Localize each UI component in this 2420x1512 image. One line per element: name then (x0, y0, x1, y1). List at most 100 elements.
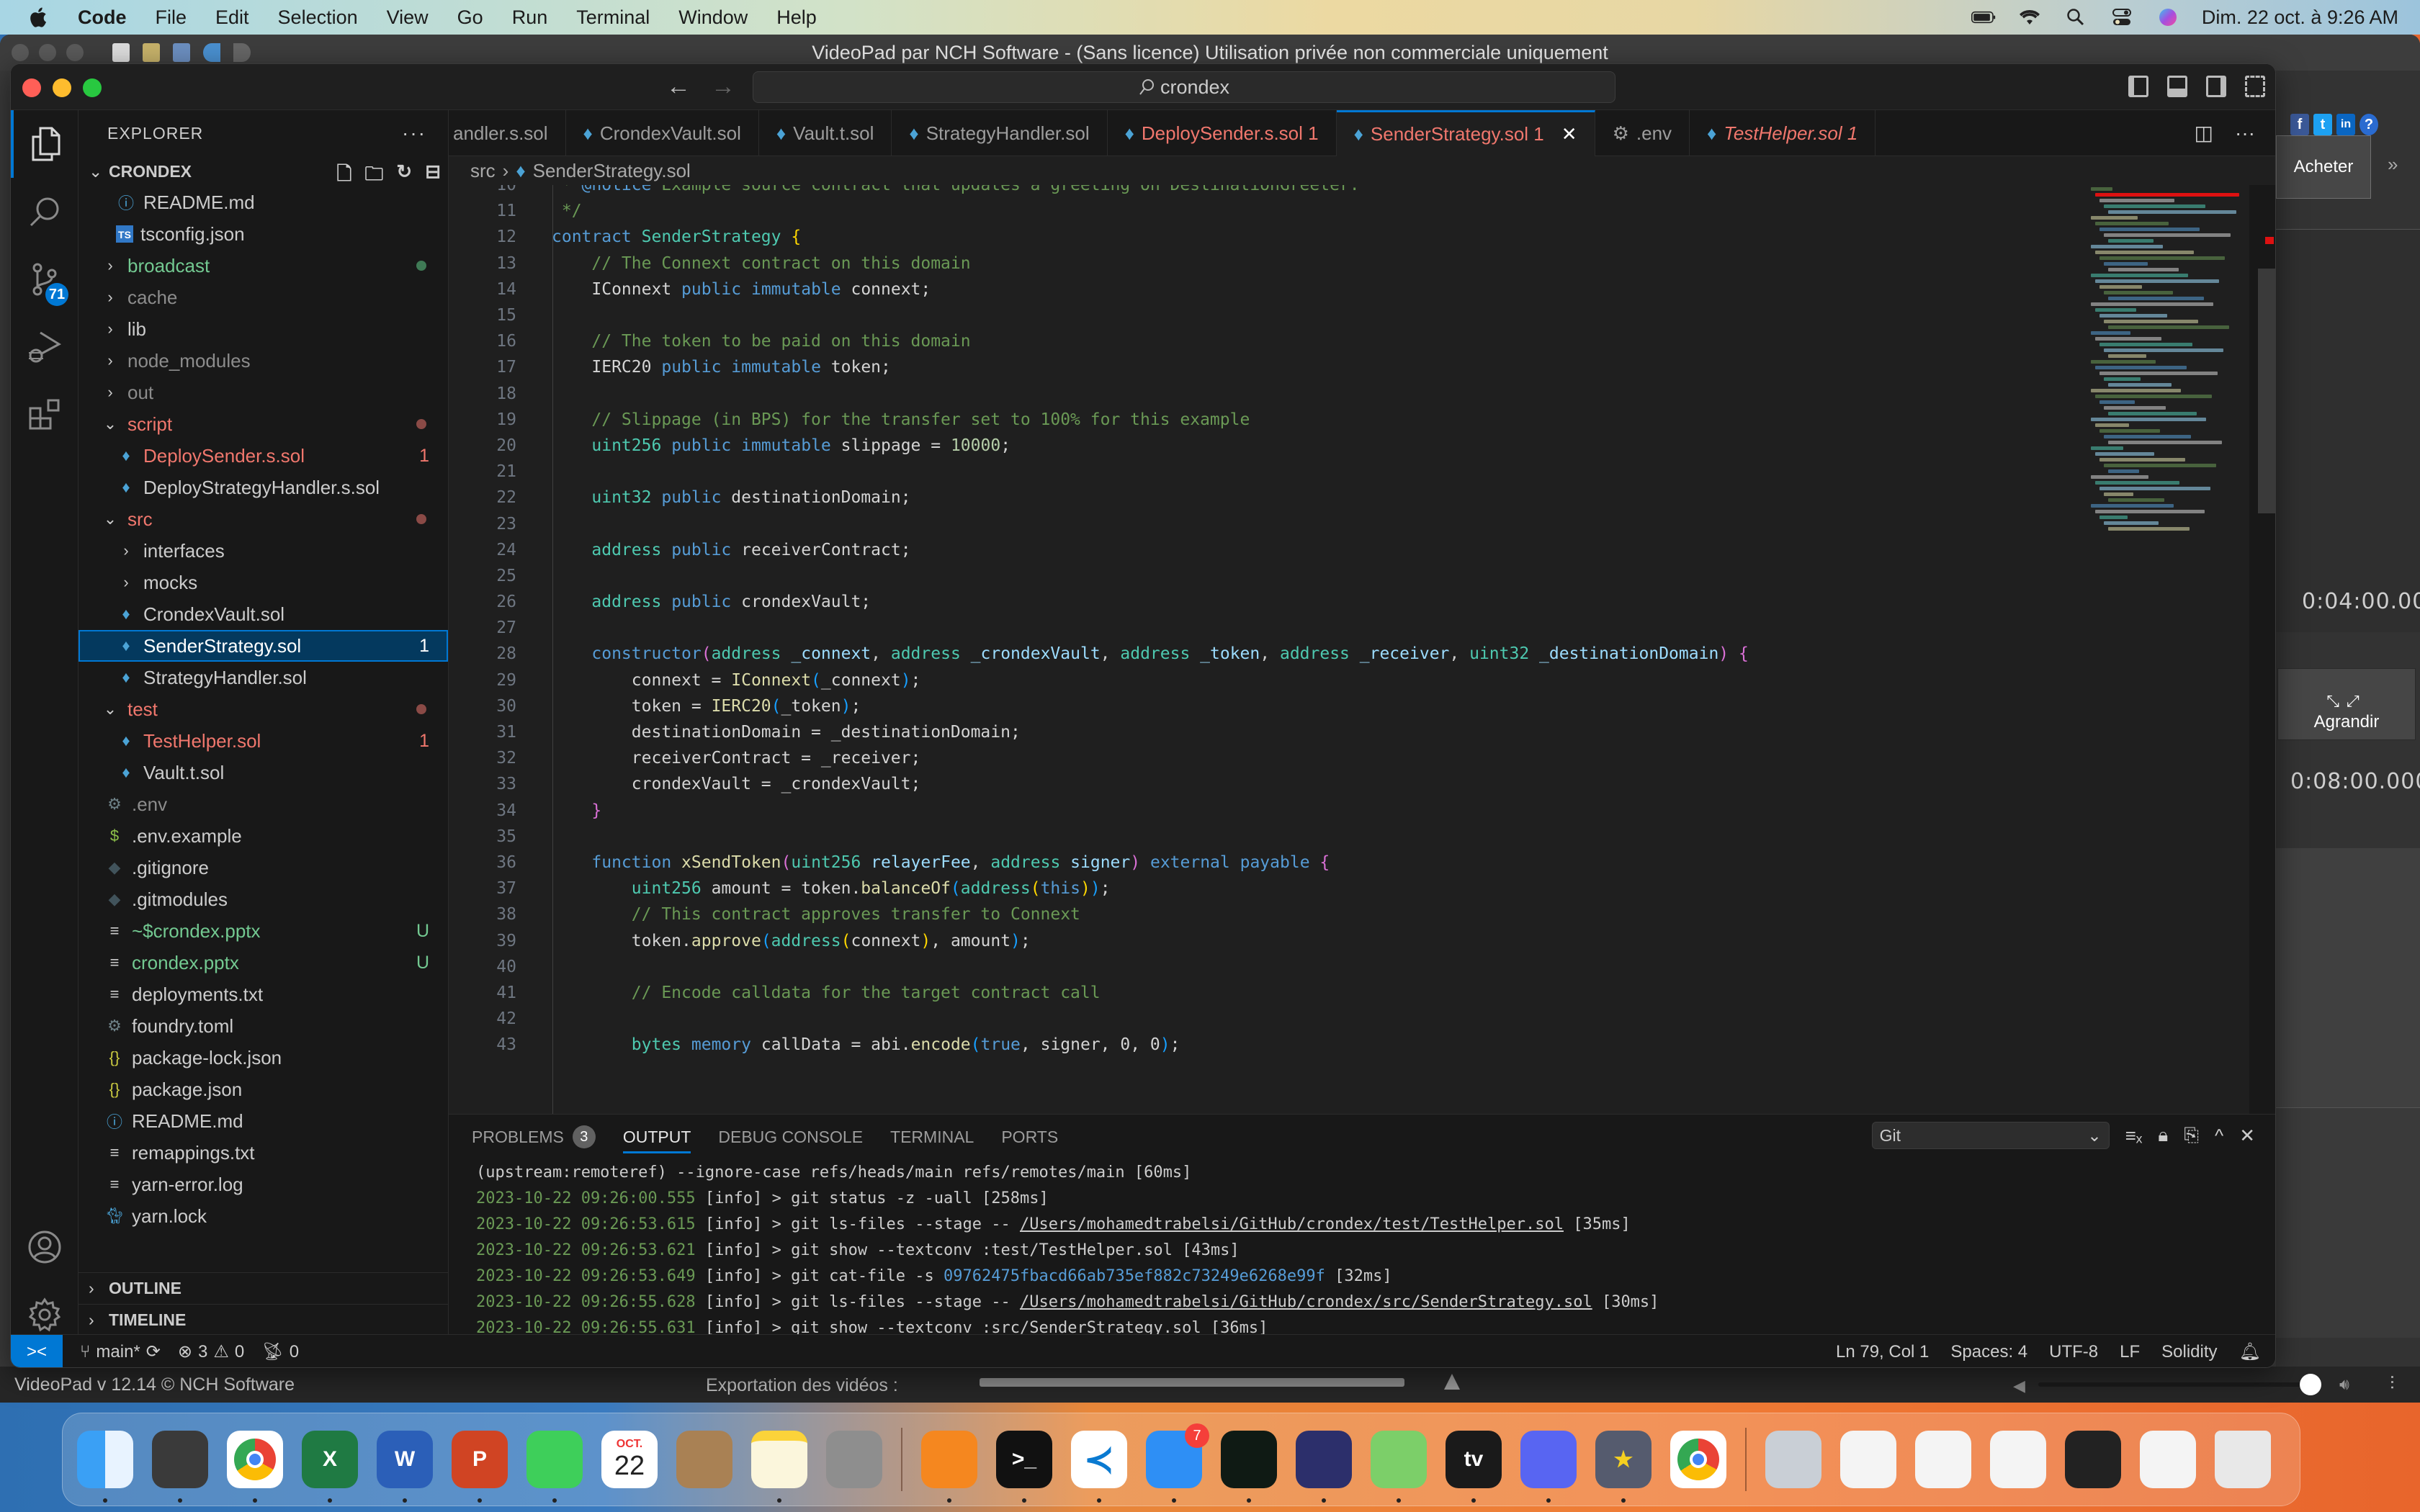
extensions-activity[interactable] (11, 381, 79, 449)
dock-app-recent-excel[interactable] (1840, 1431, 1896, 1488)
indentation[interactable]: Spaces: 4 (1950, 1342, 2027, 1362)
editor-tab[interactable]: ♦ Vault.t.sol (759, 110, 892, 156)
notifications-bell-icon[interactable]: 🔔︎ (2239, 1341, 2261, 1362)
tree-item[interactable]: ♦ DeploySender.s.sol 1 (79, 440, 448, 472)
end-of-line[interactable]: LF (2120, 1342, 2140, 1362)
panel-tab-problems[interactable]: PROBLEMS 3 (472, 1115, 596, 1159)
dock-app-shortcuts[interactable] (1296, 1431, 1352, 1503)
menu-terminal[interactable]: Terminal (576, 6, 650, 29)
tree-item[interactable]: ♦ SenderStrategy.sol 1 (79, 630, 448, 662)
outline-section[interactable]: › OUTLINE (79, 1272, 448, 1304)
sync-icon[interactable]: ⟳ (146, 1341, 161, 1362)
command-center-search[interactable]: crondex (753, 71, 1615, 103)
remote-indicator-icon[interactable]: >< (11, 1334, 63, 1367)
dock-app-downloads-stack[interactable] (1765, 1431, 1821, 1488)
tree-item[interactable]: ◆ .gitignore (79, 852, 448, 883)
dock-app-books[interactable] (921, 1431, 977, 1503)
branch-indicator[interactable]: ⑂ main* ⟳ (80, 1341, 161, 1362)
maximize-panel-icon[interactable]: ^ (2215, 1125, 2223, 1147)
more-toolbar-chevron-icon[interactable]: » (2388, 153, 2398, 176)
audio-mixer-icon[interactable]: ⫶ (2390, 1372, 2395, 1395)
menu-edit[interactable]: Edit (215, 6, 249, 29)
tree-item[interactable]: › broadcast (79, 250, 448, 282)
tree-item[interactable]: › interfaces (79, 535, 448, 567)
volume-slider-knob[interactable] (2300, 1374, 2322, 1395)
dock-app-maps[interactable] (1371, 1431, 1427, 1503)
dock-app-mail[interactable]: 7 (1146, 1423, 1209, 1503)
editor-scrollbar[interactable] (2258, 269, 2275, 513)
dock-app-trash[interactable] (2215, 1431, 2271, 1488)
cursor-position[interactable]: Ln 79, Col 1 (1836, 1342, 1929, 1362)
dock-app-activity-monitor[interactable] (1221, 1431, 1277, 1503)
dock-app-calculator[interactable] (152, 1431, 208, 1503)
tree-item[interactable]: › cache (79, 282, 448, 313)
tree-item[interactable]: ≡ ~$crondex.pptx U (79, 915, 448, 947)
minimap[interactable] (2084, 185, 2249, 1114)
panel-tab-output[interactable]: OUTPUT (622, 1115, 691, 1159)
tree-item[interactable]: › lib (79, 313, 448, 345)
close-tab-icon[interactable]: ✕ (1561, 123, 1577, 145)
minimize-window-button[interactable] (53, 78, 71, 97)
file-path-link[interactable]: /Users/mohamedtrabelsi/GitHub/crondex/te… (1020, 1215, 1564, 1233)
maximize-window-button[interactable] (83, 78, 102, 97)
control-center-icon[interactable] (2110, 7, 2134, 27)
dock-app-recent-mail[interactable] (1990, 1431, 2046, 1488)
help-icon[interactable]: ? (2360, 114, 2378, 135)
customize-layout-icon[interactable] (2245, 76, 2265, 97)
panel-tab-debug-console[interactable]: DEBUG CONSOLE (718, 1115, 863, 1159)
dock-app-notes[interactable] (751, 1431, 807, 1503)
breadcrumb-folder[interactable]: src (470, 160, 496, 182)
clear-output-icon[interactable]: ≡ₓ (2125, 1125, 2143, 1147)
menu-help[interactable]: Help (776, 6, 817, 29)
tree-item[interactable]: {} package.json (79, 1074, 448, 1105)
ports-indicator[interactable]: 📡︎ 0 (261, 1341, 299, 1362)
panel-tab-ports[interactable]: PORTS (1001, 1115, 1058, 1159)
battery-icon[interactable] (1971, 7, 1996, 27)
dock-app-terminal[interactable]: >_ (996, 1431, 1052, 1503)
apple-logo-icon[interactable] (27, 6, 48, 29)
tree-item[interactable]: ⌄ test (79, 693, 448, 725)
menu-view[interactable]: View (387, 6, 429, 29)
dock-app-vscode[interactable]: ≺ (1071, 1431, 1127, 1503)
source-control-activity[interactable]: 71 (11, 246, 79, 313)
tree-item[interactable]: ≡ deployments.txt (79, 978, 448, 1010)
dock-app-apple-tv[interactable]: tv (1446, 1431, 1502, 1503)
editor-tab[interactable]: andler.s.sol (449, 110, 566, 156)
explorer-more-actions-icon[interactable]: ··· (402, 122, 426, 145)
forward-arrow-icon[interactable]: → (711, 73, 735, 101)
split-editor-icon[interactable]: ◫ (2195, 121, 2213, 145)
tree-item[interactable]: › out (79, 377, 448, 408)
tree-item[interactable]: ≡ yarn-error.log (79, 1169, 448, 1200)
menu-go[interactable]: Go (457, 6, 483, 29)
siri-icon[interactable] (2156, 7, 2180, 27)
lock-scroll-icon[interactable]: 🔒︎ (2158, 1124, 2168, 1147)
editor-tab[interactable]: ♦ DeploySender.s.sol 1 (1108, 110, 1337, 156)
dock-app-discord[interactable] (1520, 1431, 1577, 1503)
back-arrow-icon[interactable]: ← (666, 73, 691, 101)
toggle-panel-icon[interactable] (2167, 76, 2187, 97)
tree-item[interactable]: ⌄ script (79, 408, 448, 440)
open-output-editor-icon[interactable]: ⎘ (2184, 1124, 2199, 1147)
run-debug-activity[interactable] (11, 313, 79, 381)
tree-item[interactable]: {} package-lock.json (79, 1042, 448, 1074)
panel-tab-terminal[interactable]: TERMINAL (890, 1115, 974, 1159)
dock-app-finder[interactable] (77, 1431, 133, 1503)
tree-item[interactable]: ⚙ foundry.toml (79, 1010, 448, 1042)
close-panel-icon[interactable]: ✕ (2239, 1125, 2255, 1147)
enlarge-button[interactable]: ⤡⤢ Agrandir (2277, 668, 2416, 740)
volume-slider[interactable] (2038, 1382, 2319, 1387)
editor-tab[interactable]: ⚙ .env (1595, 110, 1690, 156)
dock-app-calendar[interactable]: OCT. 22 (601, 1431, 658, 1488)
dock-app-messages[interactable] (526, 1431, 583, 1503)
menu-window[interactable]: Window (678, 6, 748, 29)
file-path-link[interactable]: /Users/mohamedtrabelsi/GitHub/crondex/sr… (1020, 1293, 1592, 1311)
menu-app-name[interactable]: Code (78, 6, 127, 29)
dock-app-excel[interactable]: X (302, 1431, 358, 1503)
dock-app-recent-word[interactable] (2140, 1431, 2196, 1488)
tree-item[interactable]: › mocks (79, 567, 448, 598)
tree-item[interactable]: ⓘ README.md (79, 1105, 448, 1137)
dock-app-word[interactable]: W (377, 1431, 433, 1503)
tree-item[interactable]: › node_modules (79, 345, 448, 377)
more-actions-icon[interactable]: ··· (2235, 122, 2255, 145)
dock-app-recent-document[interactable] (2065, 1431, 2121, 1488)
